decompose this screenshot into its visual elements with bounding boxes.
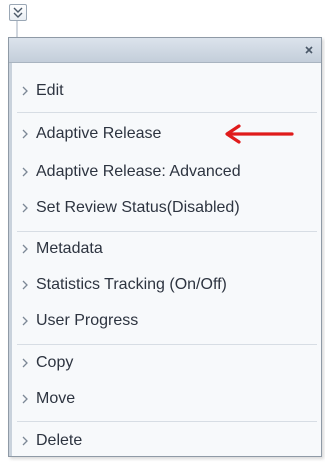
chevron-right-icon	[22, 280, 28, 290]
menu-item-label: Set Review Status(Disabled)	[36, 199, 240, 216]
close-icon	[305, 46, 313, 54]
double-chevron-down-icon	[13, 7, 23, 18]
chevron-right-icon	[22, 203, 28, 213]
close-button[interactable]	[302, 43, 316, 57]
chevron-right-icon	[22, 436, 28, 446]
menu-item-label: Delete	[36, 432, 83, 449]
menu-item-move[interactable]: Move	[21, 385, 316, 413]
menu-item-adaptive-release-advanced[interactable]: Adaptive Release: Advanced	[21, 158, 316, 186]
menu-item-label: Move	[36, 390, 76, 407]
menu-item-label: Statistics Tracking (On/Off)	[36, 276, 227, 293]
menu-item-label: Adaptive Release: Advanced	[36, 163, 241, 180]
menu-item-edit[interactable]: Edit	[21, 77, 316, 105]
menu-edge	[9, 63, 12, 456]
menu-item-label: Metadata	[36, 240, 103, 257]
chevron-right-icon	[22, 316, 28, 326]
chevron-right-icon	[22, 394, 28, 404]
chevron-right-icon	[22, 86, 28, 96]
menu-divider	[17, 421, 317, 422]
menu-connector	[16, 21, 18, 37]
menu-item-label: Copy	[36, 354, 74, 371]
chevron-right-icon	[22, 244, 28, 254]
menu-item-delete[interactable]: Delete	[21, 427, 316, 455]
menu-item-set-review-status[interactable]: Set Review Status(Disabled)	[21, 194, 316, 222]
menu-item-label: Edit	[36, 82, 64, 99]
menu-item-label: Adaptive Release	[36, 125, 162, 142]
red-arrow-left-icon	[225, 124, 294, 144]
menu-item-metadata[interactable]: Metadata	[21, 235, 316, 263]
menu-item-statistics-tracking[interactable]: Statistics Tracking (On/Off)	[21, 271, 316, 299]
menu-item-label: User Progress	[36, 312, 139, 329]
chevron-right-icon	[22, 167, 28, 177]
menu-header	[9, 38, 321, 63]
menu-divider	[17, 112, 317, 113]
context-menu: Edit Adaptive Release Adaptive Release: …	[8, 37, 322, 457]
context-menu-screenshot: Edit Adaptive Release Adaptive Release: …	[0, 0, 325, 463]
chevron-right-icon	[22, 129, 28, 139]
menu-divider	[17, 231, 317, 232]
menu-item-copy[interactable]: Copy	[21, 349, 316, 377]
menu-trigger-button[interactable]	[9, 4, 27, 21]
menu-item-user-progress[interactable]: User Progress	[21, 307, 316, 335]
menu-divider	[17, 344, 317, 345]
chevron-right-icon	[22, 358, 28, 368]
